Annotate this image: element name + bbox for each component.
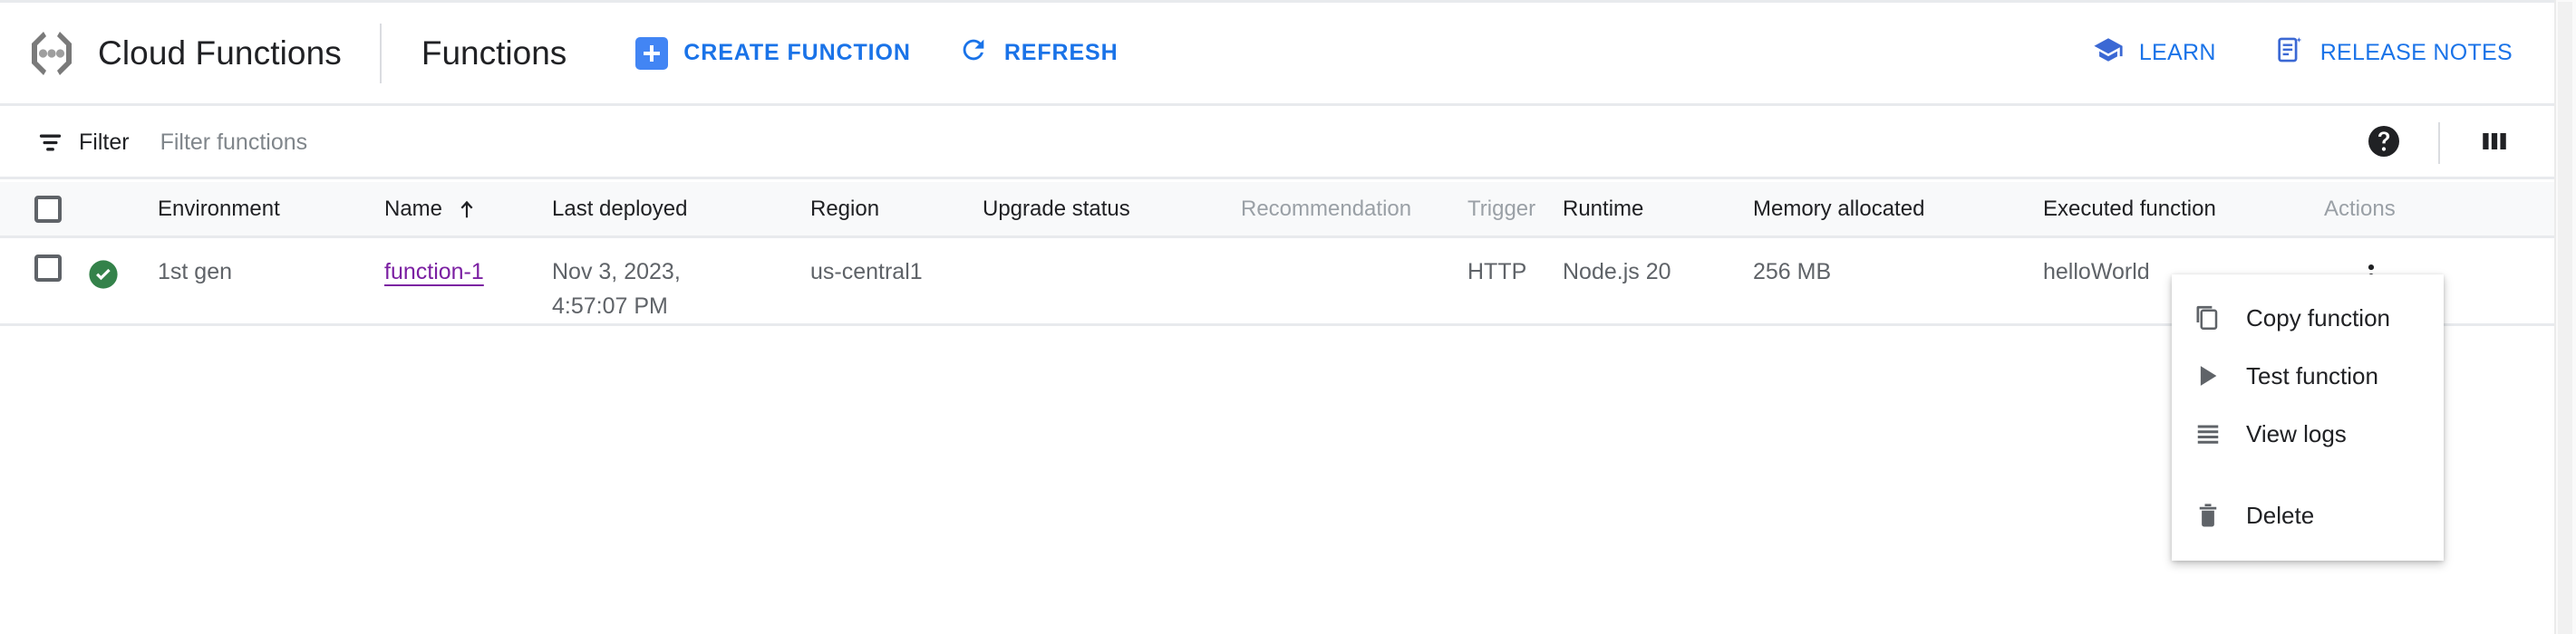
row-runtime: Node.js 20 [1563,259,1671,284]
row-name-cell: function-1 [384,255,552,289]
learn-label: LEARN [2138,40,2216,65]
column-name[interactable]: Name [384,197,552,222]
vertical-scrollbar-track[interactable] [2554,0,2576,634]
row-context-menu: Copy function Test function View logs De… [2172,274,2444,561]
menu-separator-gap [2172,463,2444,486]
learn-button[interactable]: LEARN [2089,29,2220,77]
menu-item-label: Copy function [2246,303,2390,331]
column-upgrade-status[interactable]: Upgrade status [983,197,1241,222]
filter-input[interactable] [160,130,976,156]
row-environment: 1st gen [158,259,233,284]
copy-icon [2193,303,2223,332]
header-right-actions: LEARN RELEASE NOTES [2089,29,2554,77]
brand-title: Cloud Functions [98,34,342,72]
cloud-functions-page: Cloud Functions Functions CREATE FUNCTIO… [0,0,2576,634]
header-divider [379,23,382,83]
function-name-link[interactable]: function-1 [384,259,484,284]
release-notes-icon [2274,34,2305,72]
column-name-label: Name [384,196,443,221]
menu-item-delete[interactable]: Delete [2172,486,2444,544]
column-region[interactable]: Region [810,197,983,222]
row-region: us-central1 [810,259,923,284]
menu-item-label: Delete [2246,501,2315,529]
column-recommendation[interactable]: Recommendation [1241,197,1467,222]
check-circle-icon [87,258,120,291]
row-select-cell [0,255,87,282]
select-all-checkbox[interactable] [34,195,62,223]
help-filled-icon [2366,123,2402,162]
filter-icon [36,129,64,157]
create-function-button[interactable]: CREATE FUNCTION [632,32,915,75]
column-last-deployed[interactable]: Last deployed [552,197,810,222]
row-checkbox[interactable] [34,255,62,282]
column-actions: Actions [2324,196,2396,221]
page-header: Cloud Functions Functions CREATE FUNCTIO… [0,3,2554,106]
header-actions: CREATE FUNCTION REFRESH [632,29,1121,77]
create-function-label: CREATE FUNCTION [683,40,911,65]
refresh-icon [958,34,989,72]
plus-icon [635,36,669,70]
filter-left: Filter [0,129,976,157]
filter-right [2355,114,2554,172]
column-display-button[interactable] [2465,114,2523,172]
row-last-deployed: Nov 3, 2023, 4:57:07 PM [552,259,681,319]
column-trigger[interactable]: Trigger [1467,197,1563,222]
sort-ascending-icon [455,197,479,221]
refresh-button[interactable]: REFRESH [954,29,1122,77]
filter-label: Filter [79,130,130,155]
column-runtime[interactable]: Runtime [1563,197,1753,222]
column-display-icon [2478,125,2511,160]
table-header-row: Environment Name Last deployed Region Up… [0,182,2554,238]
column-memory-allocated[interactable]: Memory allocated [1753,197,2043,222]
column-environment[interactable]: Environment [158,197,384,222]
brand: Cloud Functions [0,3,342,103]
toolbar-divider [2438,121,2440,164]
column-executed-function[interactable]: Executed function [2043,197,2324,222]
school-cap-icon [2093,34,2124,72]
cloud-functions-logo-icon [27,29,76,78]
trash-icon [2193,501,2223,530]
vertical-scrollbar-thumb[interactable] [2558,2,2572,634]
logs-icon [2193,419,2223,448]
row-status-cell [87,255,158,291]
menu-item-test-function[interactable]: Test function [2172,347,2444,405]
release-notes-label: RELEASE NOTES [2319,40,2513,65]
release-notes-button[interactable]: RELEASE NOTES [2271,29,2516,77]
play-icon [2193,361,2223,390]
menu-item-label: Test function [2246,361,2378,389]
menu-item-label: View logs [2246,419,2347,447]
page-title: Functions [421,34,567,72]
row-trigger: HTTP [1467,259,1527,284]
row-memory-allocated: 256 MB [1753,259,1832,284]
menu-item-copy-function[interactable]: Copy function [2172,289,2444,347]
menu-item-view-logs[interactable]: View logs [2172,405,2444,463]
refresh-label: REFRESH [1003,40,1119,65]
help-button[interactable] [2355,114,2413,172]
select-all-cell [0,195,87,223]
filter-bar: Filter [0,109,2554,179]
